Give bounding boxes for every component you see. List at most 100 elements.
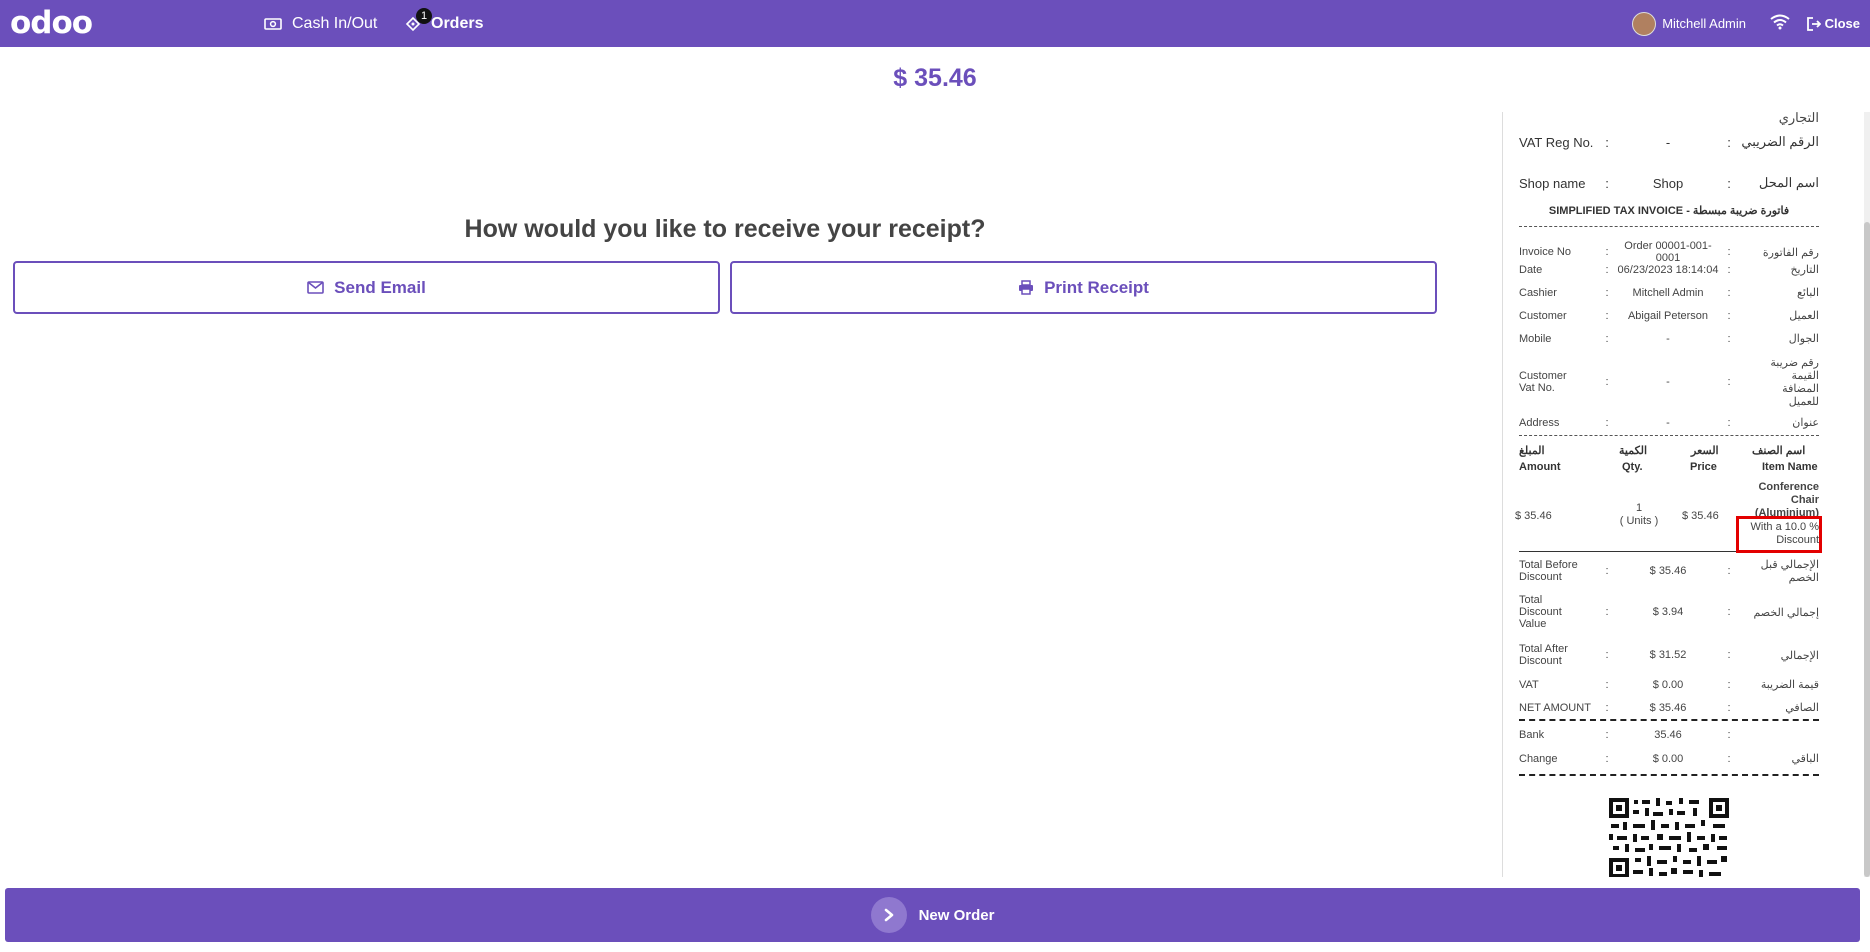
invoice-no-row: Invoice No : Order 00001-001-0001 : رقم … [1519, 240, 1819, 264]
wifi-icon [1770, 14, 1790, 35]
shop-row: Shop name : Shop : اسم المحل [1519, 175, 1819, 191]
separator: : [1605, 376, 1609, 388]
separator: : [1605, 332, 1609, 345]
total-before-discount-arabic: الإجمالي قبل الخصم [1760, 559, 1819, 584]
line-price: $ 35.46 [1682, 510, 1719, 522]
cash-in-out-button[interactable]: Cash In/Out [264, 0, 377, 47]
separator: : [1605, 286, 1609, 299]
send-email-button[interactable]: Send Email [13, 261, 720, 314]
print-receipt-button[interactable]: Print Receipt [730, 261, 1437, 314]
separator: : [1605, 606, 1609, 618]
item-header: Item Name [1762, 461, 1818, 473]
bank-label: Bank [1519, 729, 1545, 741]
customer-row: Customer : Abigail Peterson : العميل [1519, 309, 1819, 323]
orders-button[interactable]: Orders [405, 0, 483, 47]
separator: : [1727, 678, 1731, 691]
total-after-discount-row: Total After Discount : $ 31.52 : الإجمال… [1519, 643, 1819, 667]
bank-value: 35.46 [1654, 729, 1682, 741]
total-before-discount-row: Total Before Discount : $ 35.46 : الإجما… [1519, 558, 1819, 584]
customer-label: Customer [1519, 309, 1567, 322]
shop-value: Shop [1652, 175, 1684, 191]
scrollbar-thumb[interactable] [1864, 222, 1870, 877]
net-amount-row: NET AMOUNT : $ 35.46 : الصافي [1519, 701, 1819, 715]
separator: : [1727, 263, 1731, 276]
receipt-question: How would you like to receive your recei… [464, 215, 986, 243]
price-header: Price [1690, 461, 1717, 473]
close-label: Close [1824, 16, 1860, 31]
top-navbar: odoo Cash In/Out Orders 1 Mitchell Admin… [0, 0, 1870, 47]
total-before-discount-value: $ 35.46 [1649, 565, 1687, 577]
invoice-no-arabic: رقم الفاتورة [1762, 246, 1819, 259]
separator: : [1727, 175, 1731, 191]
mobile-row: Mobile : - : الجوال [1519, 332, 1819, 346]
receipt-preview[interactable]: التجاري VAT Reg No. : - : الرقم الضريبي … [1502, 112, 1863, 877]
vat-reg-label: VAT Reg No. [1519, 134, 1594, 150]
separator: : [1605, 246, 1609, 258]
vat-label: VAT [1519, 678, 1539, 691]
customer-arabic: العميل [1789, 310, 1819, 322]
divider [1519, 435, 1819, 436]
print-receipt-label: Print Receipt [1044, 277, 1149, 297]
total-discount-arabic: إجمالي الخصم [1753, 606, 1819, 619]
vat-reg-row: VAT Reg No. : - : الرقم الضريبي [1519, 134, 1819, 150]
separator: : [1727, 332, 1731, 345]
separator: : [1727, 565, 1731, 577]
total-after-discount-arabic: الإجمالي [1780, 649, 1819, 662]
receipt-scrollbar[interactable] [1864, 112, 1870, 877]
change-row: Change : $ 0.00 : الباقي [1519, 752, 1819, 766]
close-button[interactable]: Close [1806, 0, 1860, 47]
total-after-discount-label: Total After Discount [1519, 643, 1568, 667]
invoice-no-label: Invoice No [1519, 246, 1571, 258]
total-before-discount-label: Total Before Discount [1519, 559, 1578, 583]
money-icon [264, 17, 282, 31]
vat-reg-value: - [1665, 134, 1671, 150]
net-amount-arabic: الصافي [1785, 702, 1819, 714]
invoice-no-value: Order 00001-001-0001 [1624, 240, 1712, 264]
new-order-label: New Order [918, 906, 995, 924]
separator: : [1605, 649, 1609, 661]
separator: : [1727, 246, 1731, 258]
separator: : [1605, 134, 1609, 150]
mobile-value: - [1666, 332, 1670, 345]
separator: : [1727, 309, 1731, 322]
envelope-icon [307, 281, 324, 294]
vat-reg-arabic: الرقم الضريبي [1741, 134, 1819, 149]
shop-arabic: اسم المحل [1758, 175, 1819, 190]
net-amount-value: $ 35.46 [1649, 701, 1687, 714]
user-menu[interactable]: Mitchell Admin [1632, 0, 1746, 47]
cashier-arabic: البائع [1797, 287, 1819, 299]
separator: : [1727, 649, 1731, 661]
mobile-label: Mobile [1519, 332, 1552, 345]
separator: : [1727, 752, 1731, 765]
order-total: $ 35.46 [893, 64, 977, 92]
line-product-name: Conference Chair (Aluminium) [1754, 481, 1819, 519]
separator: : [1727, 134, 1731, 150]
divider [1519, 774, 1819, 776]
send-email-label: Send Email [334, 277, 426, 297]
mobile-arabic: الجوال [1788, 333, 1819, 345]
total-discount-row: Total Discount Value : $ 3.94 : إجمالي ا… [1519, 594, 1819, 630]
orders-label: Orders [431, 14, 484, 32]
new-order-button[interactable]: New Order [5, 888, 1860, 942]
address-value: - [1666, 416, 1670, 429]
cashier-value: Mitchell Admin [1632, 286, 1704, 299]
separator: : [1605, 263, 1609, 276]
cashier-label: Cashier [1519, 286, 1557, 299]
amount-header: Amount [1519, 461, 1561, 473]
user-name: Mitchell Admin [1662, 16, 1746, 31]
cashier-row: Cashier : Mitchell Admin : البائع [1519, 286, 1819, 300]
qty-header-arabic: الكمية [1619, 445, 1648, 457]
separator: : [1605, 175, 1609, 191]
bank-row: Bank : 35.46 : [1519, 729, 1819, 741]
shop-label: Shop name [1519, 175, 1586, 191]
change-label: Change [1519, 752, 1558, 765]
address-label: Address [1519, 416, 1560, 429]
separator: : [1605, 678, 1609, 691]
separator: : [1727, 606, 1731, 618]
line-qty: 1 [1635, 502, 1643, 514]
sign-out-icon [1806, 16, 1821, 31]
date-value: 06/23/2023 18:14:04 [1617, 263, 1719, 276]
line-units: ( Units ) [1619, 515, 1659, 527]
invoice-title: SIMPLIFIED TAX INVOICE - فاتورة ضريبة مب… [1548, 205, 1790, 217]
vat-row: VAT : $ 0.00 : قيمة الضريبة [1519, 678, 1819, 692]
